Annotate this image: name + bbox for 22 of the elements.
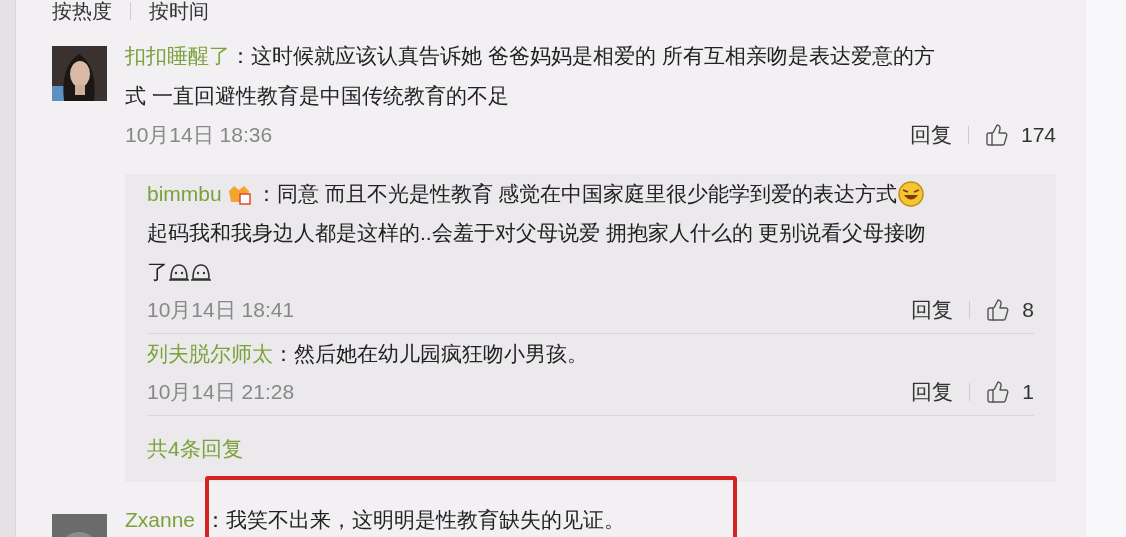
like-icon[interactable] — [986, 380, 1011, 404]
like-count: 1 — [1022, 379, 1034, 406]
comment-text: 式 一直回避性教育是中国传统教育的不足 — [125, 83, 509, 109]
comment-text: 起码我和我身边人都是这样的..会羞于对父母说爱 拥抱家人什么的 更别说看父母接吻 — [147, 219, 927, 246]
sort-tab[interactable]: 按时间 — [149, 0, 209, 22]
like-icon[interactable] — [984, 123, 1009, 147]
laughing-emoji-icon — [897, 179, 926, 208]
comment-time: 10月14日 21:28 — [147, 379, 295, 406]
comment-text: ：然后她在幼儿园疯狂吻小男孩。 — [273, 340, 588, 367]
reply-link[interactable]: 回复 — [911, 294, 954, 326]
reply-link[interactable]: 回复 — [909, 119, 952, 151]
comment-text: ：我笑不出来，这明明是性教育缺失的见证。 — [205, 507, 626, 534]
comment-text: 了 — [147, 258, 168, 285]
sort-tab[interactable]: 按热度 — [52, 0, 112, 22]
comment-time: 10月14日 18:41 — [147, 297, 295, 324]
comment-text: ：同意 而且不光是性教育 感觉在中国家庭里很少能学到爱的表达方式 — [255, 180, 898, 207]
like-count: 174 — [1020, 122, 1056, 149]
comment-time: 10月14日 18:36 — [125, 122, 273, 149]
reply-link[interactable]: 回复 — [911, 376, 954, 408]
like-count: 8 — [1022, 297, 1034, 324]
comment-text: ：这时候就应该认真告诉她 爸爸妈妈是相爱的 所有互相亲吻是表达爱意的方 — [230, 43, 935, 69]
like-icon[interactable] — [986, 298, 1011, 322]
